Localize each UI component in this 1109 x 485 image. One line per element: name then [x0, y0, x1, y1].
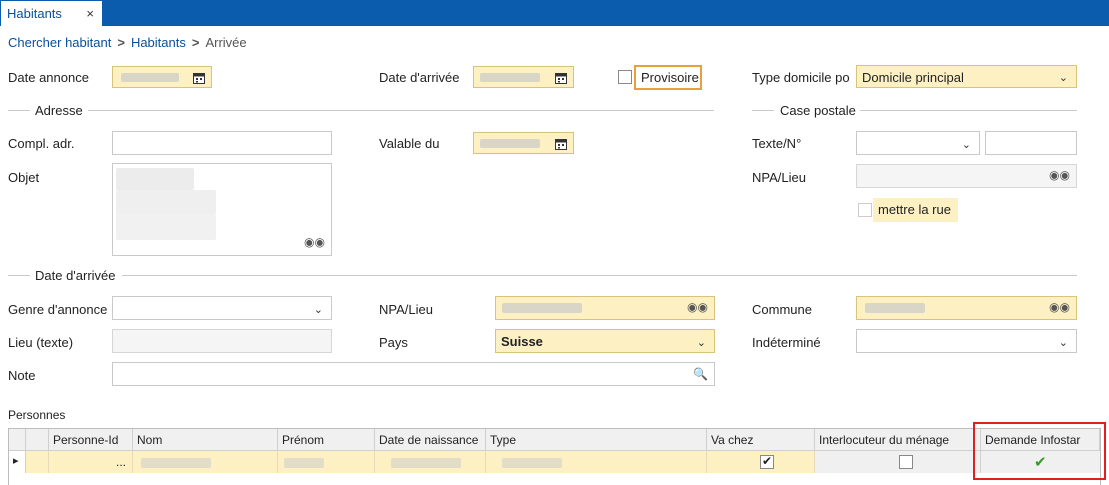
mettre-la-rue-checkbox[interactable] — [858, 203, 872, 217]
chevron-down-icon[interactable]: ⌄ — [314, 303, 323, 316]
texte-n-label: Texte/N° — [752, 136, 802, 151]
breadcrumb-chercher-habitant[interactable]: Chercher habitant — [8, 35, 111, 50]
valable-du-label: Valable du — [379, 136, 440, 151]
mettre-la-rue-box: mettre la rue — [873, 198, 958, 222]
divider — [8, 110, 30, 111]
divider — [88, 110, 714, 111]
column-header-date-naissance[interactable]: Date de naissance — [375, 429, 486, 451]
pays-select[interactable]: Suisse ⌄ — [495, 329, 715, 353]
chevron-down-icon[interactable]: ⌄ — [1059, 71, 1068, 84]
compl-adr-input[interactable] — [112, 131, 332, 155]
column-header-type[interactable]: Type — [486, 429, 707, 451]
va-chez-checkbox[interactable]: ✔ — [760, 454, 774, 469]
column-header-va-chez[interactable]: Va chez — [707, 429, 815, 451]
provisoire-focus-box[interactable]: Provisoire — [634, 65, 702, 90]
lieu-texte-input[interactable] — [112, 329, 332, 353]
search-zoom-icon[interactable]: 🔍 — [693, 367, 708, 381]
divider — [122, 275, 1077, 276]
commune-input[interactable]: ◉◉ — [856, 296, 1077, 320]
row-marker-icon: ▸ — [13, 455, 19, 467]
tab-label: Habitants — [7, 6, 62, 21]
genre-annonce-label: Genre d'annonce — [8, 302, 108, 317]
tab-strip — [0, 0, 1109, 26]
date-annonce-input[interactable] — [112, 66, 212, 88]
check-icon: ✔ — [762, 454, 773, 468]
texte-n-select[interactable]: ⌄ — [856, 131, 980, 155]
type-domicile-label: Type domicile po — [752, 70, 850, 85]
date-arrivee-input[interactable] — [473, 66, 574, 88]
date-annonce-label: Date annonce — [8, 70, 89, 85]
personnes-table: Personne-Id Nom Prénom Date de naissance… — [8, 428, 1101, 485]
valable-du-input[interactable] — [473, 132, 574, 154]
divider — [8, 275, 30, 276]
binoculars-icon[interactable]: ◉◉ — [1049, 168, 1070, 182]
calendar-icon[interactable] — [555, 138, 567, 150]
calendar-icon[interactable] — [555, 72, 567, 84]
close-icon[interactable]: × — [86, 6, 94, 21]
table-cell-nom[interactable] — [133, 451, 278, 473]
lieu-texte-label: Lieu (texte) — [8, 335, 74, 350]
mettre-la-rue-label: mettre la rue — [878, 202, 951, 217]
column-header-interlocuteur[interactable]: Interlocuteur du ménage — [815, 429, 981, 451]
npa-lieu-cp-label: NPA/Lieu — [752, 170, 806, 185]
note-label: Note — [8, 368, 36, 383]
section-personnes: Personnes — [8, 408, 66, 422]
tab-habitants[interactable]: Habitants × — [0, 0, 103, 26]
section-date-arrivee: Date d'arrivée — [35, 268, 116, 283]
row-header-cell — [9, 429, 26, 451]
highlight-box — [973, 422, 1106, 480]
table-cell-type[interactable] — [486, 451, 707, 473]
npa-lieu-input[interactable]: ◉◉ — [495, 296, 715, 320]
table-cell-interlocuteur[interactable] — [815, 451, 981, 473]
breadcrumb-separator: > — [117, 35, 125, 50]
indetermine-select[interactable]: ⌄ — [856, 329, 1077, 353]
breadcrumb-separator: > — [191, 35, 200, 50]
section-adresse: Adresse — [35, 103, 83, 118]
column-header-nom[interactable]: Nom — [133, 429, 278, 451]
column-header — [26, 429, 49, 451]
compl-adr-label: Compl. adr. — [8, 136, 75, 151]
binoculars-icon[interactable]: ◉◉ — [687, 300, 708, 314]
breadcrumb-habitants[interactable]: Habitants — [131, 35, 186, 50]
calendar-icon[interactable] — [193, 72, 205, 84]
date-arrivee-label: Date d'arrivée — [379, 70, 460, 85]
ellipsis-button[interactable]: ... — [116, 455, 126, 469]
commune-label: Commune — [752, 302, 812, 317]
npa-lieu-cp-input[interactable]: ◉◉ — [856, 164, 1077, 188]
chevron-down-icon[interactable]: ⌄ — [962, 138, 971, 151]
column-header-personne-id[interactable]: Personne-Id — [49, 429, 133, 451]
table-cell[interactable] — [26, 451, 49, 473]
pays-label: Pays — [379, 335, 408, 350]
type-domicile-select[interactable]: Domicile principal ⌄ — [856, 65, 1077, 88]
divider — [860, 110, 1077, 111]
chevron-down-icon[interactable]: ⌄ — [697, 336, 706, 349]
genre-annonce-select[interactable]: ⌄ — [112, 296, 332, 320]
objet-textarea[interactable]: ◉◉ — [112, 163, 332, 256]
provisoire-label: Provisoire — [641, 70, 699, 85]
note-input[interactable]: 🔍 — [112, 362, 715, 386]
breadcrumb: Chercher habitant > Habitants > Arrivée — [8, 35, 247, 50]
binoculars-icon[interactable]: ◉◉ — [304, 235, 325, 249]
table-cell-personne-id[interactable]: ... — [49, 451, 133, 473]
chevron-down-icon[interactable]: ⌄ — [1059, 336, 1068, 349]
objet-label: Objet — [8, 170, 40, 185]
breadcrumb-current: Arrivée — [205, 35, 247, 50]
interlocuteur-checkbox[interactable] — [899, 455, 913, 469]
divider — [752, 110, 774, 111]
indetermine-label: Indéterminé — [752, 335, 821, 350]
section-case-postale: Case postale — [780, 103, 856, 118]
type-domicile-value: Domicile principal — [862, 70, 964, 85]
binoculars-icon[interactable]: ◉◉ — [1049, 300, 1070, 314]
texte-n-input[interactable] — [985, 131, 1077, 155]
column-header-prenom[interactable]: Prénom — [278, 429, 375, 451]
row-selector[interactable]: ▸ — [9, 451, 26, 473]
pays-value: Suisse — [501, 334, 543, 349]
table-cell-date-naissance[interactable] — [375, 451, 486, 473]
table-cell-va-chez[interactable]: ✔ — [707, 451, 815, 473]
provisoire-checkbox[interactable] — [618, 70, 632, 84]
npa-lieu-label: NPA/Lieu — [379, 302, 433, 317]
table-cell-prenom[interactable] — [278, 451, 375, 473]
